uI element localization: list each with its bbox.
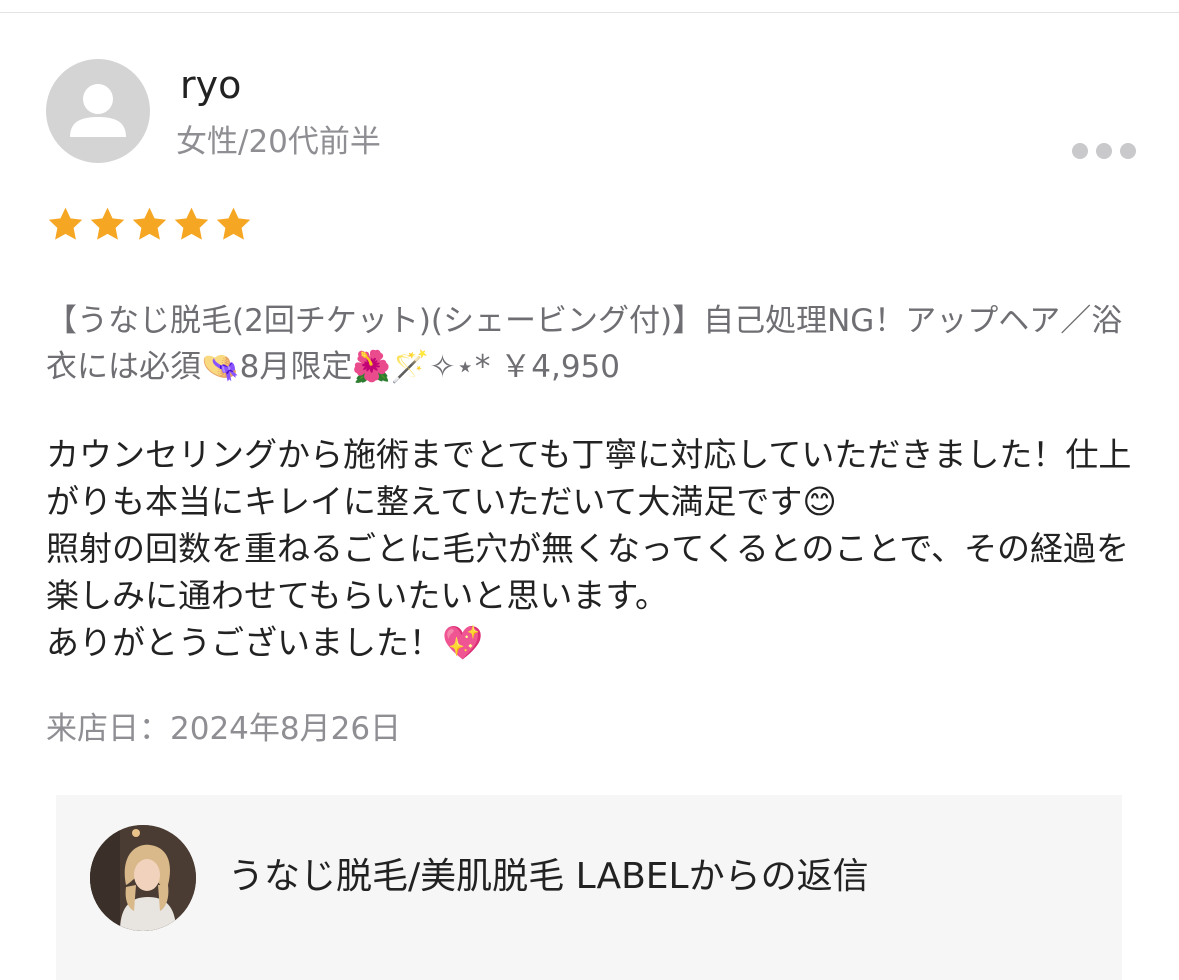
reply-title: うなじ脱毛/美肌脱毛 LABELからの返信 [228,856,869,897]
reviewer-meta: 女性/20代前半 [176,124,381,160]
star-rating [46,205,253,244]
more-dots-icon [1120,143,1136,159]
more-options-button[interactable] [1062,134,1146,168]
star-icon [174,207,209,240]
reviewer-name: ryo [180,63,242,107]
star-icon [132,207,167,240]
top-divider [0,12,1179,13]
review-body: カウンセリングから施術までとても丁寧に対応していただきました！仕上がりも本当にキ… [46,435,1132,662]
star-icon [216,207,251,240]
more-dots-icon [1072,143,1088,159]
user-avatar-icon [46,59,150,163]
menu-description: 【うなじ脱毛(2回チケット)(シェービング付)】自己処理NG！アップヘア／浴衣に… [46,303,1123,385]
star-icon [48,207,83,240]
salon-avatar [90,825,196,931]
more-dots-icon [1096,143,1112,159]
star-icon [90,207,125,240]
visit-date: 来店日：2024年8月26日 [46,711,402,747]
